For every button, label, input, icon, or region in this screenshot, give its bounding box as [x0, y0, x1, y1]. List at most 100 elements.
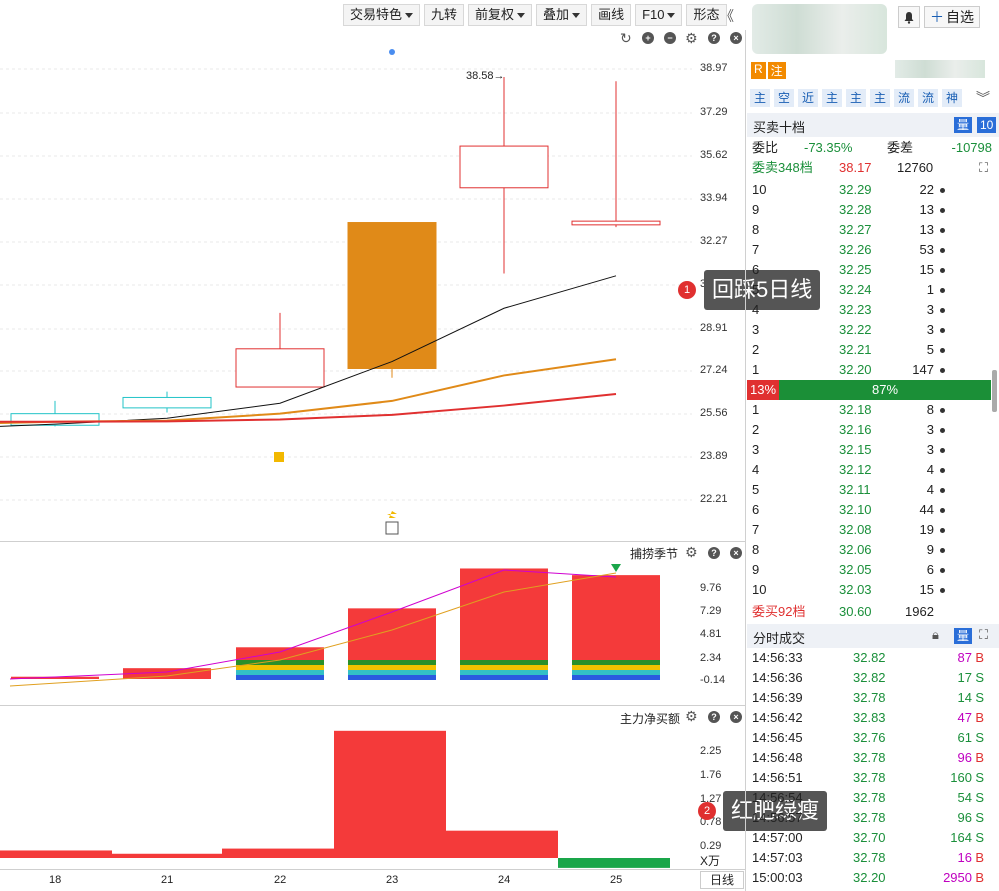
- order-dot-icon: [940, 528, 945, 533]
- order-book-row[interactable]: 2 32.16 3: [747, 420, 992, 440]
- feature-chip[interactable]: 空: [774, 89, 794, 107]
- tick-row: 14:56:48 32.78 96 B: [752, 750, 984, 765]
- candle-body: [122, 396, 212, 409]
- order-book-row[interactable]: 4 32.12 4: [747, 460, 992, 480]
- r-tag[interactable]: R: [751, 62, 766, 79]
- indicator1-tick-label: 2.34: [700, 652, 722, 664]
- order-book-row[interactable]: 10 32.29 22: [747, 180, 992, 200]
- indicator1-title: 捕捞季节: [630, 547, 679, 561]
- volume-toggle-button[interactable]: 量: [954, 117, 973, 133]
- order-dot-icon: [940, 548, 945, 553]
- add-watchlist-button[interactable]: ＋自选: [924, 6, 980, 28]
- feature-chip[interactable]: 流: [918, 89, 938, 107]
- order-book-row[interactable]: 1 32.20 147: [747, 360, 992, 380]
- indicator2-bar: [558, 858, 670, 868]
- candle-body: [459, 145, 549, 189]
- order-book-row[interactable]: 8 32.06 9: [747, 540, 992, 560]
- feature-chip[interactable]: 主: [750, 89, 770, 107]
- indicator1-help-icon[interactable]: ?: [708, 547, 720, 559]
- order-dot-icon: [940, 228, 945, 233]
- indicator1-close-icon[interactable]: ×: [730, 547, 742, 559]
- candle-body: [10, 413, 100, 426]
- order-book-row[interactable]: 10 32.03 15: [747, 580, 992, 600]
- ratio-green-label: 87%: [872, 382, 899, 397]
- ticks-header: 分时成交 🔒︎ 量 ⛶: [747, 624, 999, 648]
- tick-row: 15:00:03 32.20 2950 B: [752, 870, 984, 885]
- order-book-row[interactable]: 5 32.11 4: [747, 480, 992, 500]
- note-icon[interactable]: [385, 521, 399, 535]
- date-tick-label: 24: [498, 874, 511, 886]
- order-dot-icon: [940, 248, 945, 253]
- indicator2-bar: [0, 850, 112, 858]
- order-book-title: 买卖十档: [753, 120, 806, 135]
- panel-divider: [0, 869, 745, 870]
- feature-chip[interactable]: 主: [822, 89, 842, 107]
- feature-chip[interactable]: 近: [798, 89, 818, 107]
- candle-body: [235, 348, 325, 388]
- order-book-row[interactable]: 1 32.18 8: [747, 400, 992, 420]
- order-book-row[interactable]: 4 32.23 3: [747, 300, 992, 320]
- indicator1-band: [348, 665, 436, 670]
- date-tick-label: 25: [610, 874, 623, 886]
- indicator2-tick-label: 1.76: [700, 769, 722, 781]
- order-book-row[interactable]: 3 32.15 3: [747, 440, 992, 460]
- indicator2-title: 主力净买额: [620, 712, 681, 726]
- indicator1-band: [348, 660, 436, 665]
- order-book-row[interactable]: 2 32.21 5: [747, 340, 992, 360]
- indicator1-settings-icon[interactable]: ⚙: [685, 545, 698, 559]
- date-tick-label: 18: [49, 874, 62, 886]
- indicator1-tick-label: 4.81: [700, 628, 722, 640]
- indicator2-help-icon[interactable]: ?: [708, 711, 720, 723]
- tick-row: 14:56:33 32.82 87 B: [752, 650, 984, 665]
- order-book-row[interactable]: 3 32.22 3: [747, 320, 992, 340]
- order-book-row[interactable]: 6 32.10 44: [747, 500, 992, 520]
- blurred-info: [895, 60, 985, 78]
- scrollbar[interactable]: [992, 370, 997, 412]
- indicator1-band: [572, 670, 660, 675]
- note-tag[interactable]: 注: [767, 62, 786, 79]
- feature-chip[interactable]: 主: [870, 89, 890, 107]
- volume-toggle-button[interactable]: 量: [954, 628, 973, 644]
- order-dot-icon: [940, 408, 945, 413]
- order-dot-icon: [940, 428, 945, 433]
- order-book-row[interactable]: 9 32.28 13: [747, 200, 992, 220]
- order-book-row[interactable]: 6 32.25 15: [747, 260, 992, 280]
- indicator2-settings-icon[interactable]: ⚙: [685, 709, 698, 723]
- period-selector[interactable]: 日线: [700, 871, 744, 889]
- order-book-row[interactable]: 9 32.05 6: [747, 560, 992, 580]
- feature-chip[interactable]: 神: [942, 89, 962, 107]
- date-tick-label: 23: [386, 874, 399, 886]
- order-dot-icon: [940, 308, 945, 313]
- expand-icon[interactable]: ⛶: [979, 158, 988, 178]
- price-tick-label: 35.62: [700, 149, 728, 161]
- bell-icon[interactable]: [898, 6, 920, 28]
- expand-icon[interactable]: ⛶: [979, 627, 988, 643]
- levels-button[interactable]: 10: [977, 117, 997, 133]
- unit-label: X万: [700, 854, 721, 868]
- ratio-bar: 13% 87%: [747, 380, 991, 400]
- price-tick-label: 23.89: [700, 450, 728, 462]
- kline-chart[interactable]: [0, 0, 745, 891]
- tick-row: 14:56:39 32.78 14 S: [752, 690, 984, 705]
- feature-chip[interactable]: 主: [846, 89, 866, 107]
- order-book-row[interactable]: 7 32.08 19: [747, 520, 992, 540]
- indicator2-close-icon[interactable]: ×: [730, 711, 742, 723]
- indicator1-band: [236, 670, 324, 675]
- order-book-row[interactable]: 5 32.24 1: [747, 280, 992, 300]
- star-icon: [387, 511, 397, 518]
- order-book-row[interactable]: 8 32.27 13: [747, 220, 992, 240]
- order-dot-icon: [940, 188, 945, 193]
- indicator2-bar: [446, 830, 558, 858]
- panel-vertical-divider: [745, 30, 746, 891]
- indicator1-band: [572, 660, 660, 665]
- order-book-header: 买卖十档 量 10: [747, 113, 999, 137]
- tick-row: 14:57:00 32.70 164 S: [752, 830, 984, 845]
- order-book-row[interactable]: 7 32.26 53: [747, 240, 992, 260]
- feature-chip-row: 主空近主主主流流神: [750, 89, 966, 107]
- chevron-down-icon[interactable]: ︾: [976, 88, 990, 108]
- sell-total-row: 委卖348档 38.17 12760 ⛶: [747, 158, 992, 178]
- lock-icon[interactable]: 🔒︎: [932, 627, 939, 643]
- feature-chip[interactable]: 流: [894, 89, 914, 107]
- price-tick-label: 22.21: [700, 493, 728, 505]
- indicator2-bar: [334, 730, 446, 858]
